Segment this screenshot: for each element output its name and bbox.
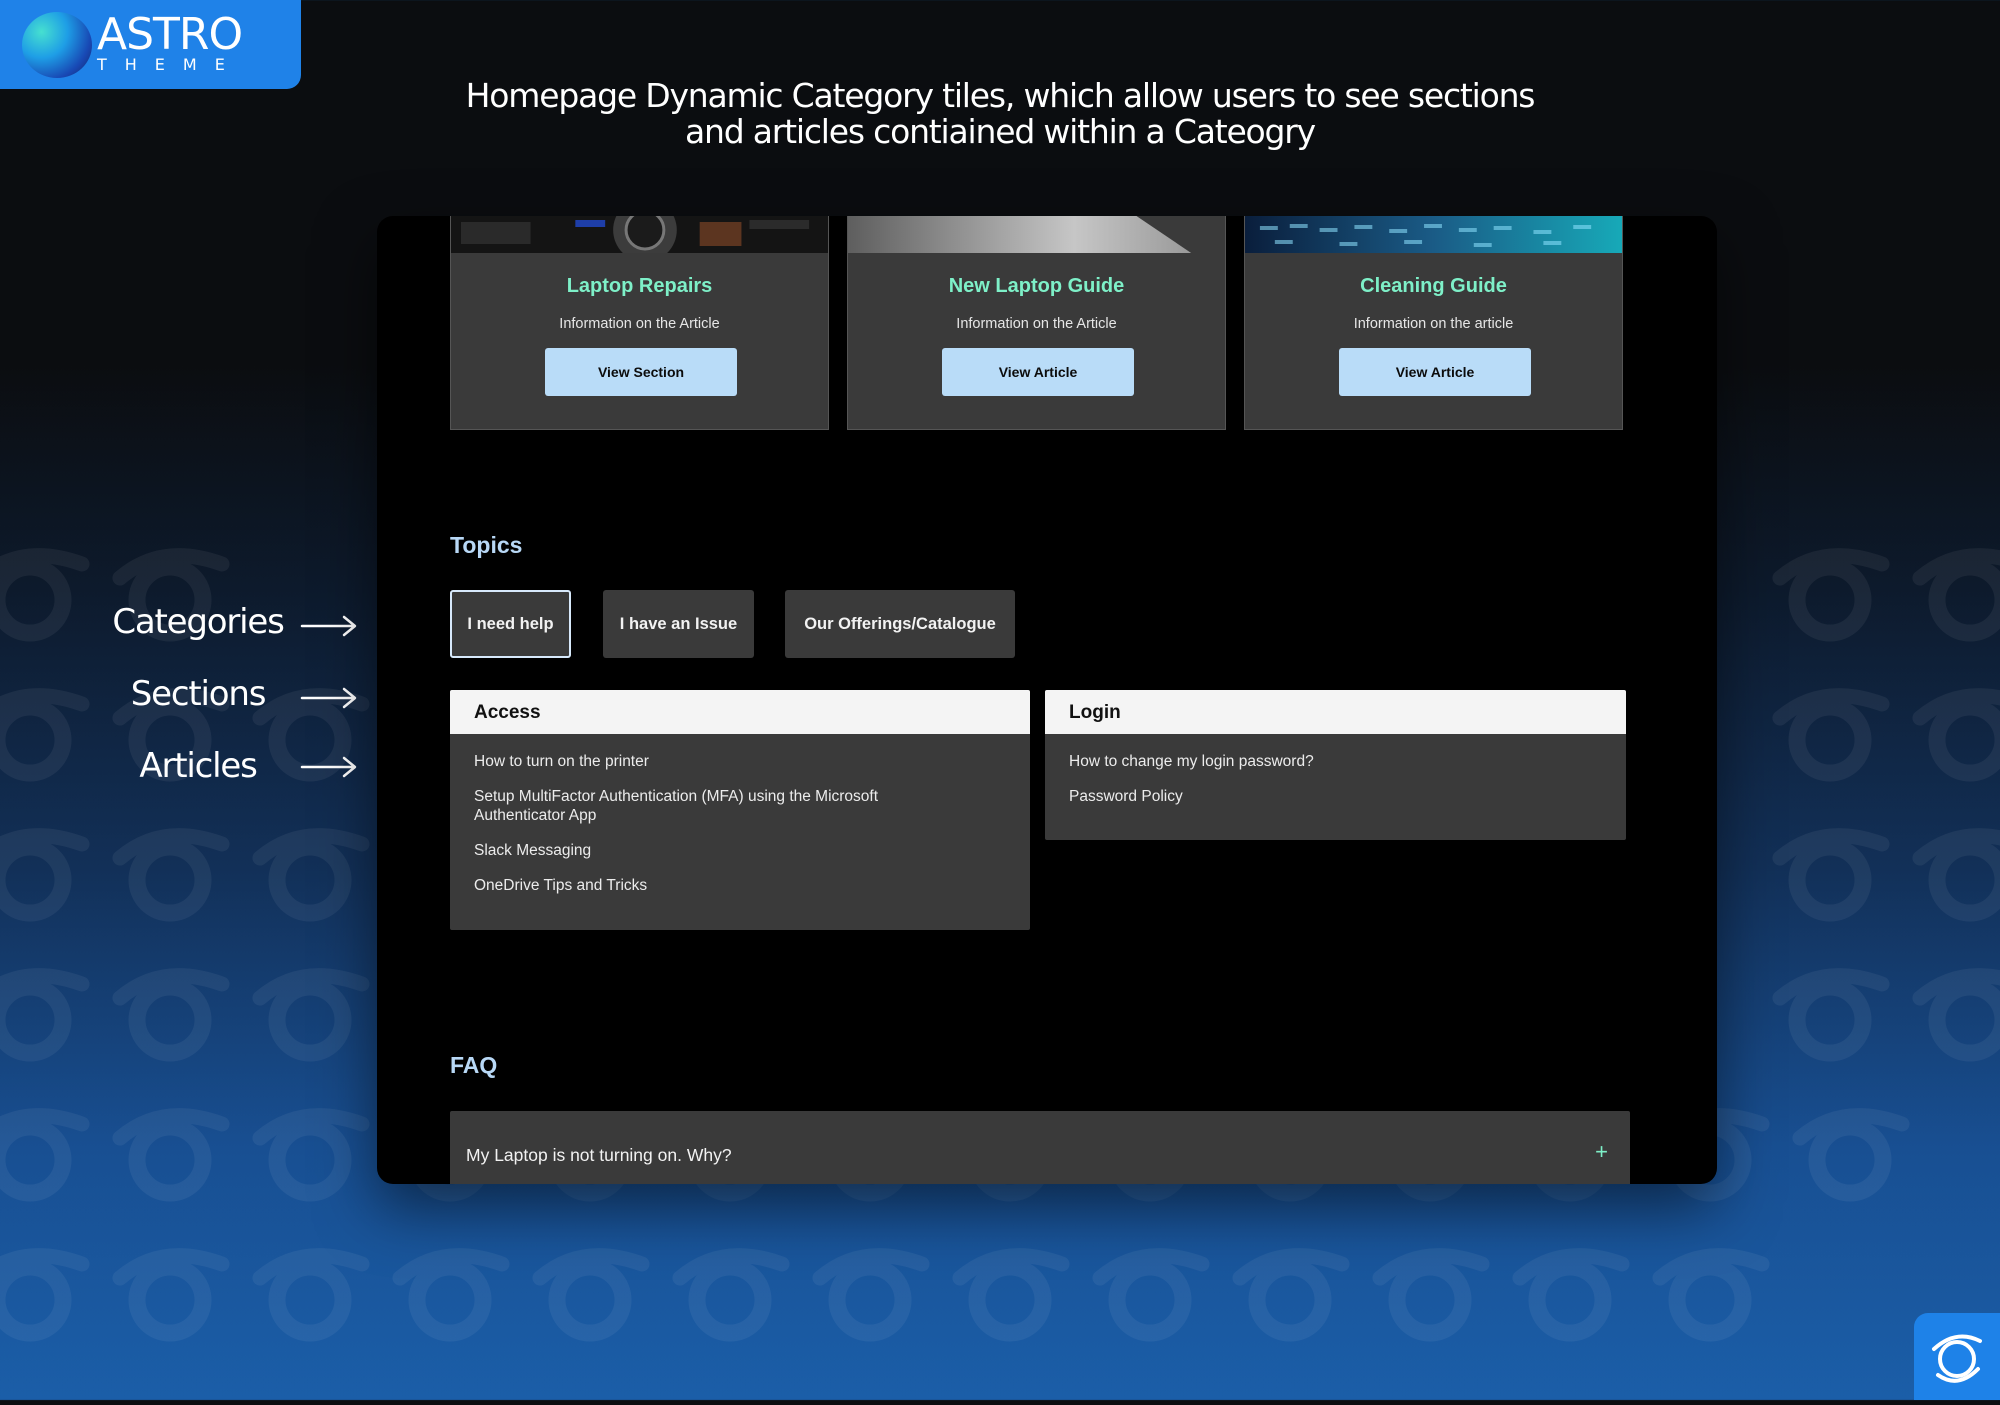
section-title: Login [1045, 690, 1626, 734]
view-article-button[interactable]: View Article [942, 348, 1134, 396]
faq-item[interactable]: My Laptop is not turning on. Why? + [450, 1111, 1630, 1184]
section-panel-access: Access How to turn on the printer Setup … [450, 690, 1030, 930]
article-link[interactable]: Slack Messaging [474, 841, 1006, 860]
view-section-button[interactable]: View Section [545, 348, 737, 396]
headline-line-1: Homepage Dynamic Category tiles, which a… [465, 76, 1536, 115]
article-list: How to turn on the printer Setup MultiFa… [450, 734, 1030, 895]
article-link[interactable]: How to change my login password? [1069, 752, 1602, 771]
tile-image-keyboard [1245, 216, 1622, 253]
brand-subtitle: THEME [97, 55, 243, 74]
topics-heading: Topics [450, 532, 523, 558]
arrow-right-icon [300, 615, 357, 637]
topic-tab-i-have-an-issue[interactable]: I have an Issue [603, 590, 754, 658]
faq-heading: FAQ [450, 1052, 498, 1078]
topic-tab-i-need-help[interactable]: I need help [450, 590, 571, 658]
topic-tab-our-offerings-catalogue[interactable]: Our Offerings/Catalogue [785, 590, 1015, 658]
tile-image-laptop-parts [451, 216, 828, 253]
website-preview: Laptop Repairs Information on the Articl… [377, 216, 1717, 1184]
category-tile-cleaning-guide: Cleaning Guide Information on the articl… [1244, 216, 1623, 430]
arrow-right-icon [300, 687, 357, 709]
tile-description: Information on the article [1353, 316, 1514, 332]
annotation-sections: Sections [130, 674, 267, 714]
headline-line-2: and articles contiained within a Cateogr… [684, 112, 1316, 151]
annotation-categories: Categories [112, 602, 284, 642]
article-link[interactable]: Setup MultiFactor Authentication (MFA) u… [474, 787, 944, 825]
article-list: How to change my login password? Passwor… [1045, 734, 1626, 806]
brand-orb-icon [22, 12, 92, 78]
article-link[interactable]: OneDrive Tips and Tricks [474, 876, 1006, 895]
section-title: Access [450, 690, 1030, 734]
arrow-right-icon [300, 756, 357, 778]
category-tile-new-laptop-guide: New Laptop Guide Information on the Arti… [847, 216, 1226, 430]
tile-description: Information on the Article [956, 316, 1117, 332]
tile-title: Laptop Repairs [566, 275, 713, 297]
plus-icon[interactable]: + [1595, 1139, 1608, 1165]
brand-name: ASTRO [97, 9, 243, 60]
tile-title: New Laptop Guide [948, 275, 1125, 297]
annotation-articles: Articles [139, 746, 257, 786]
tile-description: Information on the Article [559, 316, 720, 332]
article-link[interactable]: Password Policy [1069, 787, 1602, 806]
tile-image-laptop [848, 216, 1225, 253]
view-article-button[interactable]: View Article [1339, 348, 1531, 396]
astro-swirl-icon [1932, 1334, 1982, 1383]
tile-title: Cleaning Guide [1360, 275, 1507, 297]
faq-question: My Laptop is not turning on. Why? [466, 1145, 732, 1165]
section-panel-login: Login How to change my login password? P… [1045, 690, 1626, 840]
category-tile-laptop-repairs: Laptop Repairs Information on the Articl… [450, 216, 829, 430]
article-link[interactable]: How to turn on the printer [474, 752, 1006, 771]
page-headline: Homepage Dynamic Category tiles, which a… [400, 78, 1600, 150]
brand-logo: ASTRO THEME [0, 0, 301, 89]
astro-badge [1914, 1313, 2000, 1400]
